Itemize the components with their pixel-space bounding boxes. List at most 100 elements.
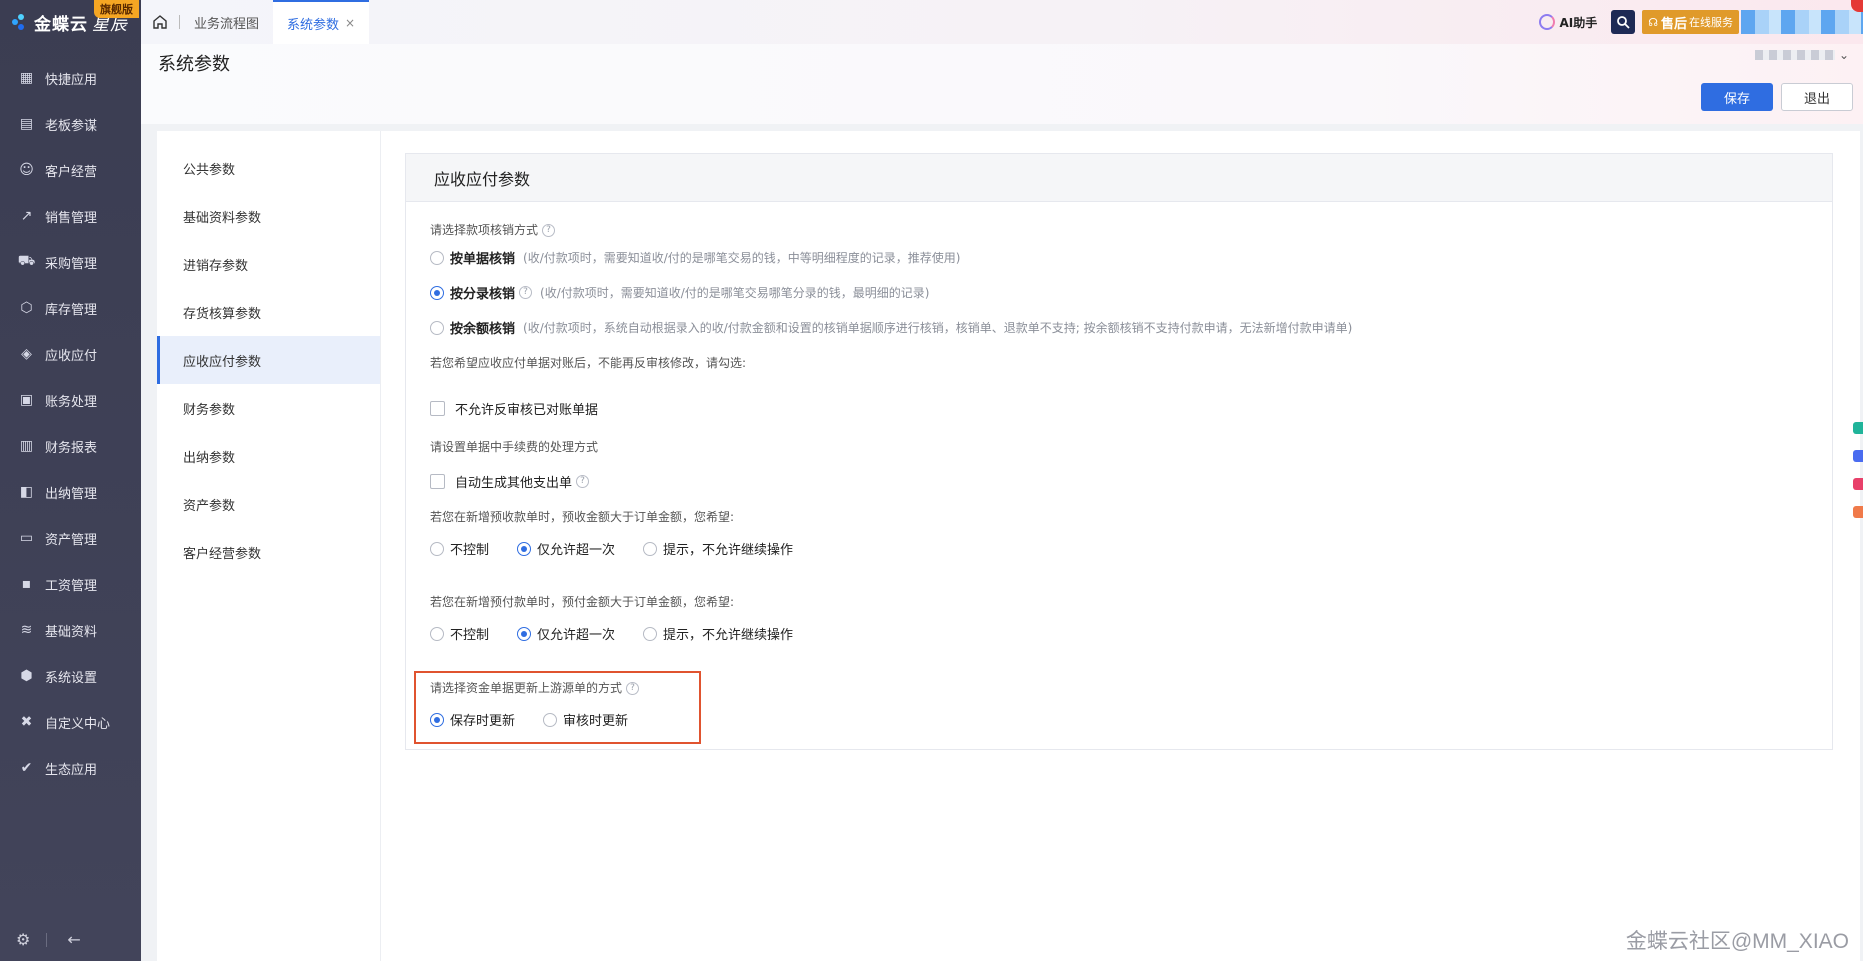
sidebar-nav: ▦ 快捷应用 ▤ 老板参谋 ☺ 客户经营 ↗ 销售管理 ⛟ 采购管理 ⬡ 库存管理 ◈ 应收应付 ▣ 账务处理…	[0, 55, 141, 791]
settings-nav-item[interactable]: 进销存参数	[157, 240, 380, 288]
checkbox-label: 自动生成其他支出单	[455, 476, 573, 491]
radio-button[interactable]	[430, 626, 444, 641]
header-user-menu[interactable]: ⌄	[1754, 48, 1849, 62]
top-tab-bar: 业务流程图 系统参数 × AI助手 ☊ 售后 在线服务	[141, 0, 1863, 44]
settings-nav-label: 出纳参数	[183, 450, 236, 466]
sidebar-item[interactable]: ▦ 快捷应用	[0, 55, 141, 101]
wallet-icon: ▪	[21, 576, 32, 592]
ecology-check-icon: ✔	[20, 760, 33, 776]
sidebar-item-label: 自定义中心	[45, 716, 111, 732]
settings-hex-icon: ⬢	[20, 668, 33, 684]
settings-nav-item[interactable]: 出纳参数	[157, 432, 380, 480]
sidebar-item[interactable]: ◧ 出纳管理	[0, 469, 141, 515]
option-no-control[interactable]: 不控制	[430, 624, 489, 643]
report-icon: ▥	[19, 438, 34, 454]
sidebar-item[interactable]: ▪ 工资管理	[0, 561, 141, 607]
tab-process-map[interactable]: 业务流程图	[180, 0, 273, 44]
sidebar-item-label: 应收应付	[45, 348, 98, 364]
asset-icon: ▭	[19, 530, 34, 546]
checkbox-auto-other-expense[interactable]: 自动生成其他支出单 ?	[430, 472, 590, 491]
radio-button-selected[interactable]	[430, 285, 444, 300]
sidebar-item[interactable]: ✔ 生态应用	[0, 745, 141, 791]
checkbox[interactable]	[430, 401, 445, 416]
checkbox[interactable]	[430, 474, 445, 489]
sidebar-item[interactable]: ▤ 老板参谋	[0, 101, 141, 147]
help-icon[interactable]: ?	[542, 224, 556, 237]
page-header: 系统参数 ⌄ 保存 退出	[141, 44, 1863, 124]
settings-nav-item[interactable]: 客户经营参数	[157, 528, 380, 576]
option-no-control[interactable]: 不控制	[430, 539, 489, 558]
option-hint: (收/付款项时，需要知道收/付的是哪笔交易哪笔分录的钱，最明细的记录)	[540, 286, 930, 300]
option-prompt-block[interactable]: 提示，不允许继续操作	[643, 539, 793, 558]
tab-label: 业务流程图	[194, 16, 260, 32]
after-sales-service-button[interactable]: ☊ 售后 在线服务	[1642, 10, 1739, 34]
sidebar-item[interactable]: ⛟ 采购管理	[0, 239, 141, 285]
settings-nav-item[interactable]: 资产参数	[157, 480, 380, 528]
option-allow-once[interactable]: 仅允许超一次	[517, 539, 615, 558]
ai-icon	[1539, 14, 1556, 30]
settings-nav-item[interactable]: 基础资料参数	[157, 192, 380, 240]
sidebar-item[interactable]: ☺ 客户经营	[0, 147, 141, 193]
option-writeoff-by-balance[interactable]: 按余额核销 (收/付款项时，系统自动根据录入的收/付款金额和设置的核销单据顺序进…	[430, 318, 1352, 337]
close-icon[interactable]: ×	[345, 16, 355, 30]
sidebar-item[interactable]: ▥ 财务报表	[0, 423, 141, 469]
float-tool-icon[interactable]	[1853, 506, 1863, 518]
sidebar-item-label: 系统设置	[45, 670, 98, 686]
search-button[interactable]	[1611, 10, 1636, 34]
arrow-left-icon[interactable]: ←	[67, 930, 80, 949]
save-button[interactable]: 保存	[1701, 83, 1773, 111]
option-prompt-block[interactable]: 提示，不允许继续操作	[643, 624, 793, 643]
option-label: 按余额核销	[450, 322, 516, 337]
radio-button[interactable]	[430, 250, 444, 265]
sidebar-item[interactable]: ▭ 资产管理	[0, 515, 141, 561]
sidebar-item[interactable]: ≋ 基础资料	[0, 607, 141, 653]
gear-icon[interactable]: ⚙	[16, 930, 30, 949]
float-tool-icon[interactable]	[1853, 422, 1863, 434]
sidebar-item[interactable]: ◈ 应收应付	[0, 331, 141, 377]
settings-nav-label: 进销存参数	[183, 258, 249, 274]
checkbox-no-unaudit-reconciled[interactable]: 不允许反审核已对账单据	[430, 399, 598, 418]
option-allow-once[interactable]: 仅允许超一次	[517, 624, 615, 643]
service-label: 售后	[1660, 16, 1687, 32]
option-label: 提示，不允许继续操作	[663, 628, 794, 643]
settings-nav-item[interactable]: 公共参数	[157, 144, 380, 192]
settings-nav-item[interactable]: 应收应付参数	[157, 336, 380, 384]
sidebar-item-label: 销售管理	[45, 210, 98, 226]
radio-button[interactable]	[430, 320, 444, 335]
radio-button-selected[interactable]	[517, 541, 532, 556]
sidebar-item-label: 工资管理	[45, 578, 98, 594]
sidebar-item-label: 财务报表	[45, 440, 98, 456]
help-icon[interactable]: ?	[576, 475, 590, 488]
settings-nav-label: 财务参数	[183, 402, 236, 418]
sidebar-item[interactable]: ↗ 销售管理	[0, 193, 141, 239]
sidebar-item[interactable]: ▣ 账务处理	[0, 377, 141, 423]
float-tool-icon[interactable]	[1853, 478, 1863, 490]
help-icon[interactable]: ?	[519, 286, 533, 299]
settings-nav-label: 基础资料参数	[183, 210, 262, 226]
settings-nav-item[interactable]: 财务参数	[157, 384, 380, 432]
sidebar-item-label: 库存管理	[45, 302, 98, 318]
user-account-blurred[interactable]	[1741, 10, 1863, 34]
sidebar-item[interactable]: ✖ 自定义中心	[0, 699, 141, 745]
option-writeoff-by-document[interactable]: 按单据核销 (收/付款项时，需要知道收/付的是哪笔交易的钱，中等明细程度的记录，…	[430, 248, 960, 267]
exit-button[interactable]: 退出	[1781, 83, 1853, 111]
settings-nav-item[interactable]: 存货核算参数	[157, 288, 380, 336]
box-icon: ⬡	[20, 300, 33, 316]
option-writeoff-by-entry[interactable]: 按分录核销 ? (收/付款项时，需要知道收/付的是哪笔交易哪笔分录的钱，最明细的…	[430, 283, 929, 302]
tab-system-params[interactable]: 系统参数 ×	[273, 0, 370, 44]
radio-button[interactable]	[643, 626, 658, 641]
sidebar-item-label: 客户经营	[45, 164, 98, 180]
radio-button[interactable]	[430, 541, 444, 556]
float-tool-icon[interactable]	[1853, 450, 1863, 462]
radio-button[interactable]	[643, 541, 658, 556]
brand-logo[interactable]: 金蝶云 星辰 旗舰版	[0, 0, 141, 44]
ai-assistant-button[interactable]: AI助手	[1539, 14, 1597, 31]
sidebar-item[interactable]: ⬡ 库存管理	[0, 285, 141, 331]
tab-home[interactable]	[141, 0, 179, 44]
sidebar-item-label: 出纳管理	[45, 486, 98, 502]
radio-button-selected[interactable]	[517, 626, 532, 641]
sidebar-item-label: 账务处理	[45, 394, 98, 410]
ar-ap-params-panel: 应收应付参数 请选择款项核销方式? 按单据核销 (收/付款项时，需要知道收/付的…	[405, 153, 1833, 750]
sidebar-footer: ⚙ ←	[0, 930, 141, 949]
sidebar-item[interactable]: ⬢ 系统设置	[0, 653, 141, 699]
